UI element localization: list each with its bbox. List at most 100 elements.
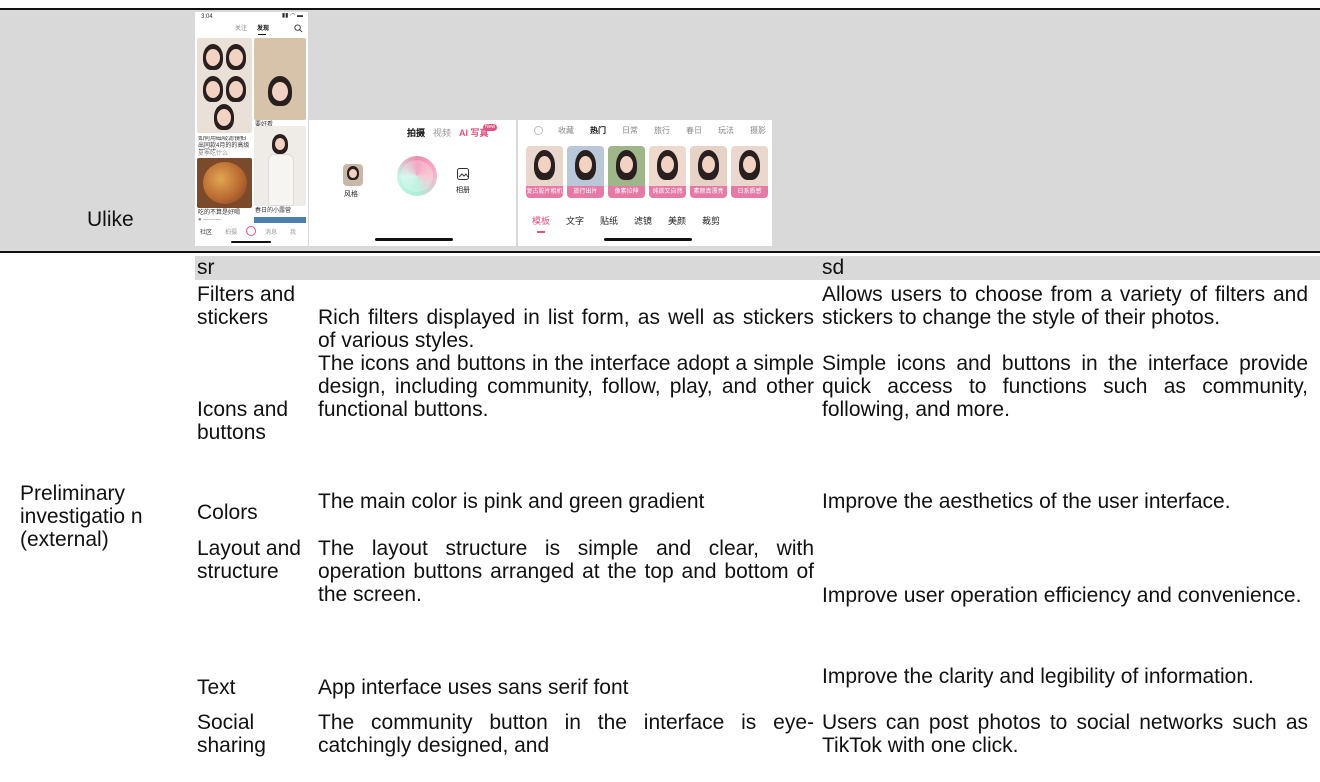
app-name-label: Ulike: [87, 208, 134, 231]
feed-card-author: 夏季吃什么: [198, 151, 229, 157]
portrait: [579, 156, 592, 173]
editor-tab-4[interactable]: 美颜: [668, 216, 686, 226]
album-icon[interactable]: [457, 168, 469, 180]
row-purpose: Improve user operation efficiency and co…: [822, 584, 1302, 607]
portrait: [702, 156, 715, 173]
feed-card-image[interactable]: [197, 158, 252, 208]
feed-card-title: 吃的不算是好喝: [198, 210, 241, 216]
row-name: Text: [197, 676, 236, 699]
filter-thumbnail[interactable]: 日系质感: [731, 146, 768, 198]
row-name: Layout and structure: [197, 537, 301, 583]
filter-thumbnail[interactable]: 旅行出片: [567, 146, 604, 198]
filter-category-4[interactable]: 春日: [686, 126, 702, 136]
table-header-background: [195, 256, 1320, 280]
nav-me[interactable]: 我: [290, 230, 296, 237]
home-indicator: [604, 238, 692, 241]
style-thumbnail[interactable]: [343, 164, 363, 186]
portrait: [349, 169, 357, 178]
status-icons: ▮▮ ◠ ▬: [281, 13, 303, 19]
filter-category-row: 收藏 热门 日常 旅行 春日 玩法 摄影: [558, 126, 772, 138]
portrait: [217, 109, 231, 126]
filter-thumbnail[interactable]: 纯欲又自然: [649, 146, 686, 198]
no-filter-icon[interactable]: [534, 126, 543, 135]
food-bowl: [203, 162, 247, 204]
tab-discover-underline: [258, 34, 266, 35]
feed-card-image: [254, 217, 306, 223]
feed-card-image[interactable]: [254, 126, 306, 206]
editor-tab-row: 模板 文字 贴纸 滤镜 美颜 裁剪: [532, 216, 772, 230]
mode-photo[interactable]: 拍摄: [407, 128, 425, 138]
header-sr: sr: [197, 256, 215, 279]
row-name: Icons and buttons: [197, 398, 289, 444]
portrait: [206, 49, 220, 66]
screenshot-row-divider: [0, 251, 1320, 253]
row-description: The main color is pink and green gradien…: [318, 490, 705, 513]
row-name: Filters and stickers: [197, 283, 296, 329]
filter-category-6[interactable]: 摄影: [750, 126, 766, 136]
row-description: App interface uses sans serif font: [318, 676, 629, 699]
feed-screenshot: 3:04 ▮▮ ◠ ▬ 关注 发现 如何用磁吸滤镜拍出同款4月的的高级氛围感 夏…: [195, 12, 308, 246]
filter-category-3[interactable]: 旅行: [654, 126, 670, 136]
filter-thumbnail[interactable]: 素颜真漂亮: [690, 146, 727, 198]
portrait: [206, 81, 220, 98]
filter-thumbnail-label: 纯欲又自然: [649, 186, 686, 198]
camera-screenshot: 拍摄 视频 AI 写真 New 风格 相册: [309, 120, 516, 246]
camera-nav-icon[interactable]: [246, 226, 256, 236]
portrait: [229, 81, 243, 98]
feed-card-image[interactable]: [197, 38, 252, 133]
new-badge: New: [483, 124, 498, 131]
row-description: The icons and buttons in the interface a…: [318, 352, 814, 421]
row-purpose: Improve the aesthetics of the user inter…: [822, 490, 1231, 513]
filter-screenshot: 收藏 热门 日常 旅行 春日 玩法 摄影 复古胶片相机 旅行出片 像素拉伸 纯欲又自然 素颜真漂亮日…: [518, 120, 772, 246]
portrait: [538, 156, 551, 173]
filter-category-2[interactable]: 日常: [622, 126, 638, 136]
row-name: Colors: [197, 501, 258, 524]
status-time: 3:04: [201, 14, 213, 20]
editor-tab-1[interactable]: 文字: [566, 216, 584, 226]
editor-tab-2[interactable]: 贴纸: [600, 216, 618, 226]
row-purpose: Simple icons and buttons in the interfac…: [822, 352, 1308, 421]
editor-tab-3[interactable]: 滤镜: [634, 216, 652, 226]
row-description: The community button in the interface is…: [318, 711, 814, 757]
filter-thumbnail-label: 像素拉伸: [608, 186, 645, 198]
row-purpose: Users can post photos to social networks…: [822, 711, 1308, 757]
album-label: 相册: [456, 187, 470, 194]
editor-tab-5[interactable]: 裁剪: [702, 216, 720, 226]
portrait: [743, 156, 756, 173]
nav-capture[interactable]: 拍摄: [225, 230, 237, 237]
filter-thumbnail[interactable]: 复古胶片相机: [526, 146, 563, 198]
portrait: [229, 49, 243, 66]
feed-card-title: 春日的小露营: [255, 208, 292, 214]
filter-thumbnail-row: 复古胶片相机 旅行出片 像素拉伸 纯欲又自然 素颜真漂亮 日系质感: [526, 146, 772, 210]
style-label: 风格: [344, 191, 358, 198]
header-sd: sd: [822, 256, 845, 279]
filter-thumbnail-label: 旅行出片: [567, 186, 604, 198]
home-indicator: [375, 238, 453, 241]
filter-category-5[interactable]: 玩法: [718, 126, 734, 136]
portrait: [275, 138, 285, 150]
portrait: [661, 156, 674, 173]
dress: [268, 154, 294, 206]
feed-card-title: 如何用磁吸滤镜拍出同款4月的的高级氛围感: [198, 136, 250, 149]
mode-video[interactable]: 视频: [433, 128, 451, 138]
nav-messages[interactable]: 消息: [265, 230, 277, 237]
row-description: The layout structure is simple and clear…: [318, 537, 814, 606]
avatar: ● ———: [198, 217, 222, 223]
feed-card-image[interactable]: [254, 38, 306, 120]
filter-thumbnail-label: 复古胶片相机: [526, 186, 563, 198]
tab-discover[interactable]: 发现: [257, 26, 269, 33]
editor-tab-0[interactable]: 模板: [532, 216, 550, 226]
active-tab-underline: [537, 231, 545, 233]
filter-thumbnail-label: 素颜真漂亮: [690, 186, 727, 198]
filter-thumbnail[interactable]: 像素拉伸: [608, 146, 645, 198]
row-purpose: Allows users to choose from a variety of…: [822, 283, 1308, 329]
row-purpose: Improve the clarity and legibility of in…: [822, 665, 1254, 688]
home-indicator: [231, 241, 271, 243]
search-icon[interactable]: [294, 24, 303, 33]
filter-category-1[interactable]: 热门: [590, 126, 606, 136]
filter-category-0[interactable]: 收藏: [558, 126, 574, 136]
nav-community[interactable]: 社区: [200, 230, 212, 237]
tab-follow[interactable]: 关注: [235, 26, 247, 33]
shutter-button-inner: [401, 160, 433, 192]
portrait: [620, 156, 633, 173]
